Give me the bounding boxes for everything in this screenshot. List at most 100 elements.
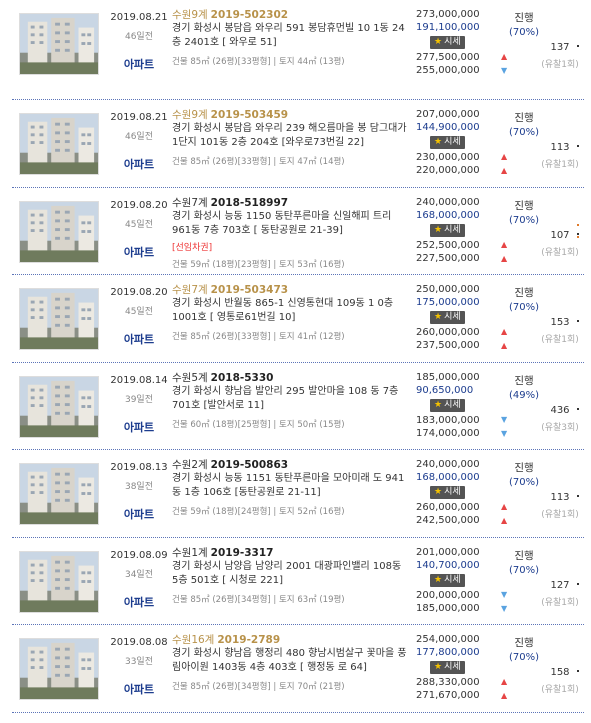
property-address-link[interactable]: 경기 화성시 향남읍 발안리 295 발안마을 108 동 7층 701호 [발… (172, 385, 410, 413)
area-detail: 건물 85㎡ (26평)[34평형] | 토지 63㎡ (19평) (172, 594, 345, 605)
property-photo[interactable] (19, 550, 99, 613)
case-number-link[interactable]: 2019-502302 (211, 9, 288, 21)
property-address-link[interactable]: 경기 화성시 반월동 865-1 신영통현대 109동 1 0층 1001호 [… (172, 297, 410, 325)
market-price-high: 277,500,000 (416, 52, 480, 63)
property-address-link[interactable]: 경기 화성시 능동 1151 동탄푸른마을 모아미래 도 941동 1층 106… (172, 472, 410, 500)
view-count: 127 (550, 579, 570, 591)
star-icon: ★ (434, 399, 443, 410)
arrow-down-icon: ▼ (501, 603, 508, 613)
market-price-button[interactable]: ★ 시세 (430, 573, 465, 587)
area-detail: 건물 59㎡ (18평)[24평형] | 토지 52㎡ (16평) (172, 507, 345, 517)
market-price-button[interactable]: ★ 시세 (430, 136, 465, 149)
failed-bid-count: (유찰1회) (541, 597, 579, 608)
list-item[interactable]: 2019.08.08 33일전 아파트 수원16계 2019-2789 경기 화성… (12, 625, 584, 713)
market-price-button[interactable]: ★ 시세 (430, 486, 465, 499)
status-text: 진행 (514, 637, 534, 649)
auction-date: 2019.08.21 (110, 112, 168, 123)
row-marker (577, 145, 579, 147)
property-address-link[interactable]: 경기 화성시 봉담읍 와우리 239 해오름마을 봉 담그대가1단지 101동 … (172, 122, 410, 150)
case-number-link[interactable]: 2019-500863 (211, 459, 288, 471)
list-item[interactable]: 2019.08.21 46일전 아파트 수원9계 2019-503459 경기 화… (12, 100, 584, 188)
apartment-photo-icon (20, 376, 98, 437)
property-type-link[interactable]: 아파트 (104, 56, 174, 72)
case-number-link[interactable]: 2019-503459 (211, 109, 288, 121)
property-address-link[interactable]: 경기 화성시 향남읍 행정리 480 향남시범살구 꽃마을 풍림아이원 1403… (172, 647, 410, 675)
market-price-high: 260,000,000 (416, 502, 480, 513)
appraisal-price: 201,000,000 (416, 546, 480, 558)
property-type-link[interactable]: 아파트 (104, 156, 174, 172)
price-trend: ▲ ▲ (501, 500, 511, 528)
property-type-link[interactable]: 아파트 (104, 419, 174, 435)
minimum-bid-price: 175,000,000 (416, 297, 480, 308)
market-price-low: 185,000,000 (416, 602, 480, 614)
case-number-link[interactable]: 2019-2789 (217, 634, 280, 646)
market-price-button[interactable]: ★ 시세 (430, 223, 465, 237)
list-item[interactable]: 2019.08.14 39일전 아파트 수원5계 2018-5330 경기 화성시… (12, 363, 584, 450)
minimum-bid-price: 90,650,000 (416, 384, 474, 396)
property-type-link[interactable]: 아파트 (104, 681, 174, 697)
list-item[interactable]: 2019.08.20 45일전 아파트 수원7계 2019-503473 경기 화… (12, 275, 584, 363)
property-photo[interactable] (19, 113, 99, 175)
property-address-link[interactable]: 경기 화성시 봉담읍 와우리 591 봉담휴먼빌 10 1동 24층 2401호… (172, 22, 410, 50)
status-text: 진행 (514, 374, 534, 387)
case-number-link[interactable]: 2018-518997 (211, 197, 288, 209)
auction-date: 2019.08.21 (110, 12, 168, 23)
market-price-button[interactable]: ★ 시세 (430, 311, 465, 324)
appraisal-price: 240,000,000 (416, 459, 480, 470)
view-count: 436 (550, 404, 570, 416)
failed-bid-count: (유찰1회) (541, 60, 579, 70)
property-type-link[interactable]: 아파트 (104, 331, 174, 347)
property-photo[interactable] (19, 638, 99, 700)
view-count: 153 (550, 317, 570, 328)
price-trend: ▲ ▲ (501, 675, 511, 703)
property-type-link[interactable]: 아파트 (104, 244, 174, 260)
market-price-high: 252,500,000 (416, 239, 480, 251)
days-ago: 46일전 (124, 32, 153, 42)
apartment-photo-icon (20, 551, 98, 612)
min-bid-rate: (70%) (508, 302, 540, 313)
list-item[interactable]: 2019.08.09 34일전 아파트 수원1계 2019-3317 경기 화성시… (12, 538, 584, 625)
star-icon: ★ (434, 224, 443, 235)
row-marker (577, 320, 579, 322)
case-number-link[interactable]: 2019-503473 (211, 284, 288, 296)
arrow-down-icon: ▼ (501, 414, 508, 424)
arrow-down-icon: ▼ (501, 589, 508, 599)
min-bid-rate: (70%) (508, 564, 540, 576)
case-number-link[interactable]: 2019-3317 (211, 547, 274, 559)
property-photo[interactable] (19, 375, 99, 438)
market-price-high: 230,000,000 (416, 152, 480, 163)
property-type-link[interactable]: 아파트 (104, 594, 174, 610)
star-icon: ★ (434, 137, 443, 147)
property-photo[interactable] (19, 13, 99, 75)
case-number-link[interactable]: 2018-5330 (211, 372, 274, 384)
row-marker (577, 232, 579, 235)
market-price-button[interactable]: ★ 시세 (430, 36, 465, 49)
property-address-link[interactable]: 경기 화성시 남양읍 남양리 2001 대광파인밸리 108동 5층 501호 … (172, 560, 410, 588)
list-item[interactable]: 2019.08.20 45일전 아파트 수원7계 2018-518997 경기 화… (12, 188, 584, 275)
list-item[interactable]: 2019.08.21 46일전 아파트 수원9계 2019-502302 경기 화… (12, 0, 584, 100)
minimum-bid-price: 191,100,000 (416, 22, 480, 33)
market-price-button[interactable]: ★ 시세 (430, 398, 465, 412)
arrow-up-icon: ▲ (501, 327, 508, 336)
market-price-low: 227,500,000 (416, 252, 480, 264)
price-trend: ▲ ▼ (501, 50, 511, 78)
area-detail: 건물 85㎡ (26평)[33평형] | 토지 44㎡ (13평) (172, 57, 345, 67)
failed-bid-count: (유찰1회) (541, 160, 579, 170)
market-price-button[interactable]: ★ 시세 (430, 661, 465, 674)
auction-date: 2019.08.20 (110, 287, 168, 298)
property-photo[interactable] (19, 463, 99, 525)
market-price-label: 시세 (444, 487, 461, 497)
property-photo[interactable] (19, 200, 99, 263)
auction-date: 2019.08.14 (110, 374, 168, 386)
star-icon: ★ (434, 574, 443, 585)
property-photo[interactable] (19, 288, 99, 350)
star-icon: ★ (434, 487, 443, 497)
arrow-up-icon: ▲ (501, 253, 508, 263)
minimum-bid-price: 168,000,000 (416, 472, 480, 483)
star-icon: ★ (434, 37, 443, 47)
apartment-photo-icon (20, 639, 98, 699)
market-price-high: 183,000,000 (416, 414, 480, 426)
property-type-link[interactable]: 아파트 (104, 506, 174, 522)
list-item[interactable]: 2019.08.13 38일전 아파트 수원2계 2019-500863 경기 화… (12, 450, 584, 538)
property-address-link[interactable]: 경기 화성시 능동 1150 동탄푸른마을 신일해피 트리 961동 7층 70… (172, 210, 410, 238)
